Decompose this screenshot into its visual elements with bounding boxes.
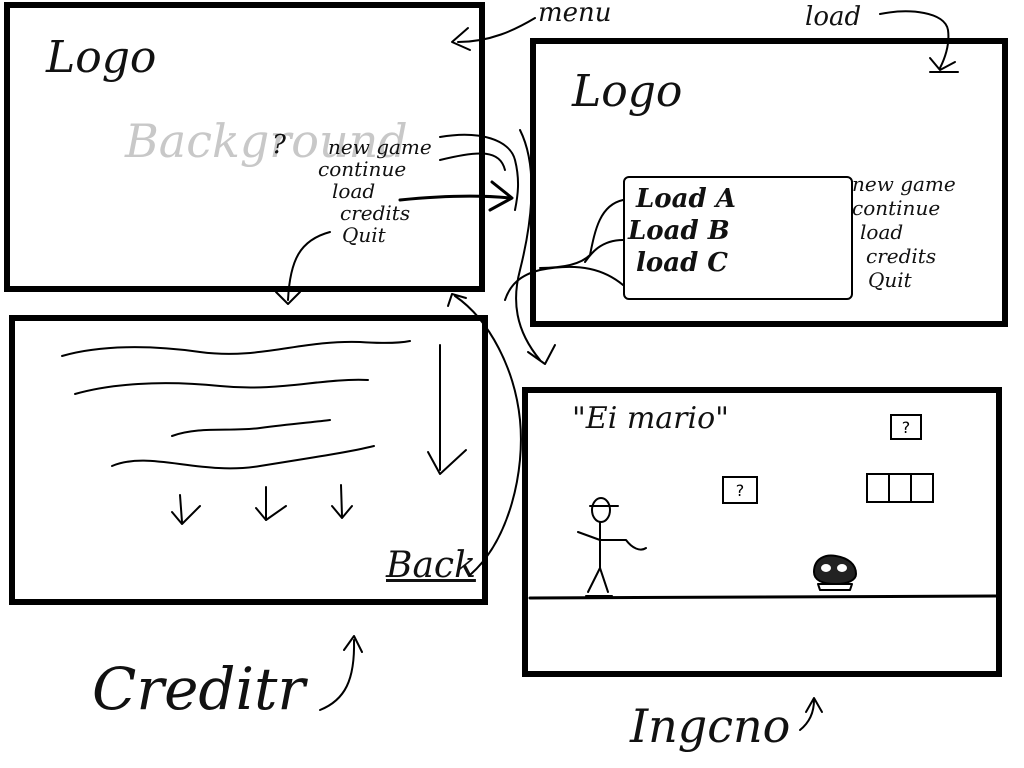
credits-up-arrow xyxy=(319,639,356,711)
menu-question-mark: ? xyxy=(272,130,286,160)
credits-annotation: Creditr xyxy=(92,655,306,723)
credits-back-button[interactable]: Back xyxy=(386,548,476,584)
load-menu-load[interactable]: load xyxy=(860,222,956,242)
load-logo: Logo xyxy=(572,66,683,117)
load-menu-quit[interactable]: Quit xyxy=(868,270,956,290)
ingame-up-arrow xyxy=(799,699,815,731)
question-block-top: ? xyxy=(890,414,922,440)
load-slot-a[interactable]: Load A xyxy=(636,186,736,212)
brick xyxy=(868,475,890,501)
brick xyxy=(890,475,912,501)
menu-items: new game continue load credits Quit xyxy=(318,137,432,245)
menu-item-new-game[interactable]: new game xyxy=(328,137,432,157)
load-slot-b[interactable]: Load B xyxy=(628,218,736,244)
load-menu-continue[interactable]: continue xyxy=(852,198,956,218)
load-annotation: load xyxy=(805,2,862,32)
brick xyxy=(912,475,932,501)
ingame-title: "Ei mario" xyxy=(572,401,729,436)
question-block: ? xyxy=(722,476,758,504)
load-slots: Load A Load B load C xyxy=(628,186,736,276)
menu-logo: Logo xyxy=(46,32,157,83)
menu-annotation: menu xyxy=(538,0,612,28)
load-menu-items: new game continue load credits Quit xyxy=(852,174,956,290)
brick-row xyxy=(866,473,934,503)
ingame-annotation: Ingcno xyxy=(630,699,791,753)
load-menu-new-game[interactable]: new game xyxy=(852,174,956,194)
menu-item-quit[interactable]: Quit xyxy=(342,225,432,245)
load-menu-credits[interactable]: credits xyxy=(866,246,956,266)
menu-item-credits[interactable]: credits xyxy=(340,203,432,223)
load-slot-c[interactable]: load C xyxy=(636,250,736,276)
menu-item-continue[interactable]: continue xyxy=(318,159,432,179)
menu-item-load[interactable]: load xyxy=(332,181,432,201)
